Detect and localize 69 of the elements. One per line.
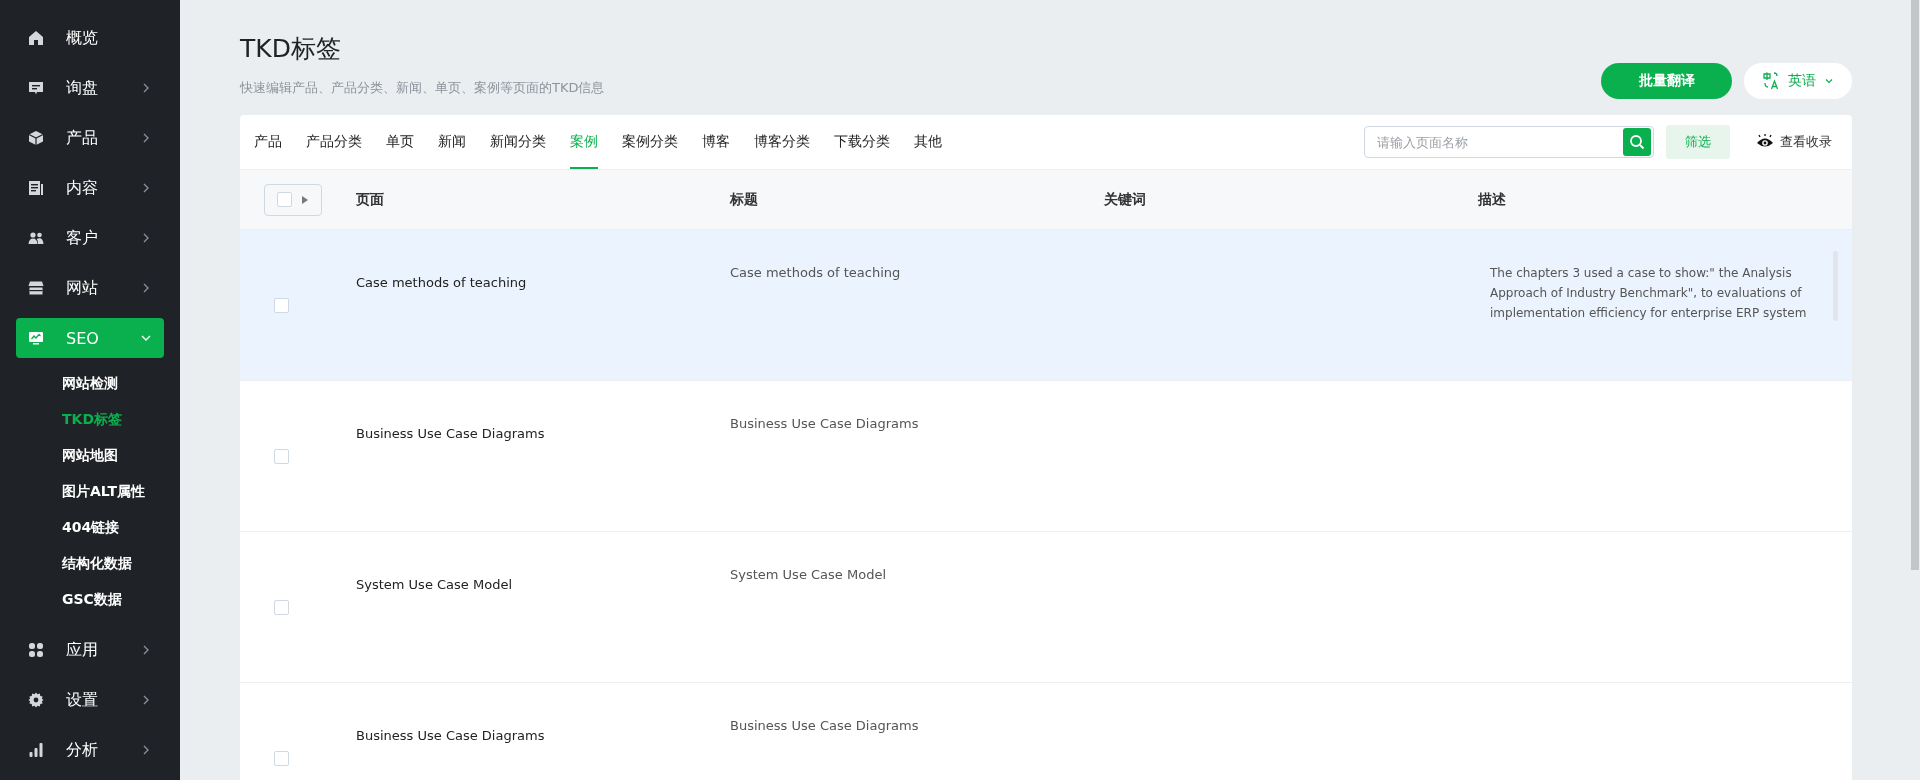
table-row[interactable]	[240, 230, 1852, 381]
sidebar-item[interactable]: 概览	[16, 18, 164, 58]
description-cell-text: The chapters 3 used a case to show:" the Analysis Approach of Industry Benchmark", to evaluations of implementation efficiency for enterprise ERP system	[1490, 265, 1808, 322]
page-cell: Business Use Case Diagrams	[356, 728, 545, 743]
sidebar-item[interactable]: 产品	[16, 118, 164, 158]
select-all-dropdown[interactable]	[264, 183, 322, 216]
page-title: TKD标签	[240, 33, 342, 65]
page-cell: Business Use Case Diagrams	[356, 426, 545, 441]
people-icon	[28, 230, 44, 246]
search-icon	[1629, 134, 1645, 150]
tab[interactable]: 下载分类	[834, 115, 890, 169]
home-icon	[28, 30, 44, 46]
title-cell: Case methods of teaching	[730, 265, 901, 280]
caret-icon	[302, 195, 308, 204]
search-field[interactable]: 请输入页面名称	[1364, 126, 1654, 158]
sidebar-item[interactable]: 客户	[16, 218, 164, 258]
scrollbar[interactable]	[1911, 0, 1919, 570]
sidebar-subitem[interactable]: 网站地图	[0, 437, 180, 473]
sidebar-item[interactable]: 应用	[16, 630, 164, 670]
tab[interactable]: 新闻分类	[490, 115, 546, 169]
search-input[interactable]: 请输入页面名称	[1377, 128, 1623, 156]
view-index-link[interactable]: 查看收录	[1750, 132, 1838, 152]
column-header: 页面	[356, 190, 385, 209]
store-icon	[28, 280, 44, 296]
sidebar-subitem[interactable]: GSC数据	[0, 581, 180, 617]
bars-icon	[28, 742, 44, 758]
sidebar-subitem[interactable]: TKD标签	[0, 401, 180, 437]
translate-icon	[1762, 72, 1780, 90]
tab[interactable]: 产品分类	[306, 115, 362, 169]
row-checkbox[interactable]	[274, 297, 289, 313]
page-cell: System Use Case Model	[356, 577, 512, 592]
tab[interactable]: 产品	[254, 115, 282, 169]
tab[interactable]: 单页	[386, 115, 414, 169]
sidebar-subitem[interactable]: 404链接	[0, 509, 180, 545]
tab[interactable]: 新闻	[438, 115, 466, 169]
chevron-down-icon	[1824, 76, 1834, 86]
table-row[interactable]: Business Use Case Diagrams Business Use Case Diagrams	[240, 381, 1852, 532]
monitor-icon	[28, 330, 44, 346]
sidebar-item[interactable]: 网站	[16, 268, 164, 308]
table-row[interactable]: Business Use Case Diagrams Business Use Case Diagrams	[240, 683, 1852, 780]
gear-icon	[28, 692, 44, 708]
tab[interactable]: 其他	[914, 115, 942, 169]
table-row[interactable]: System Use Case Model System Use Case Model	[240, 532, 1852, 683]
sidebar-item[interactable]: 设置	[16, 680, 164, 720]
column-header: 标题	[730, 190, 759, 209]
box-icon	[28, 130, 44, 146]
column-header: 描述	[1478, 190, 1507, 209]
row-checkbox[interactable]	[274, 448, 289, 464]
page-cell: Case methods of teaching	[356, 275, 527, 290]
row-checkbox[interactable]	[274, 599, 289, 615]
sidebar-item[interactable]: 分析	[16, 730, 164, 770]
sidebar-subitem[interactable]: 网站检测	[0, 365, 180, 401]
title-cell: System Use Case Model	[730, 567, 886, 582]
sidebar-subitem[interactable]: 图片ALT属性	[0, 473, 180, 509]
sidebar-item[interactable]: 内容	[16, 168, 164, 208]
sidebar-subitem[interactable]: 结构化数据	[0, 545, 180, 581]
tab[interactable]: 博客	[702, 115, 730, 169]
column-header: 关键词	[1104, 190, 1147, 209]
title-cell: Business Use Case Diagrams	[730, 416, 919, 431]
title-cell: Business Use Case Diagrams	[730, 718, 919, 733]
sidebar-item[interactable]: 询盘	[16, 68, 164, 108]
tab[interactable]: 博客分类	[754, 115, 810, 169]
search-button[interactable]	[1623, 128, 1651, 156]
chat-icon	[28, 80, 44, 96]
tab[interactable]: 案例分类	[622, 115, 678, 169]
doc-icon	[28, 180, 44, 196]
row-checkbox[interactable]	[274, 750, 289, 766]
page-subtitle: 快速编辑产品、产品分类、新闻、单页、案例等页面的TKD信息	[240, 79, 605, 97]
apps-icon	[28, 642, 44, 658]
